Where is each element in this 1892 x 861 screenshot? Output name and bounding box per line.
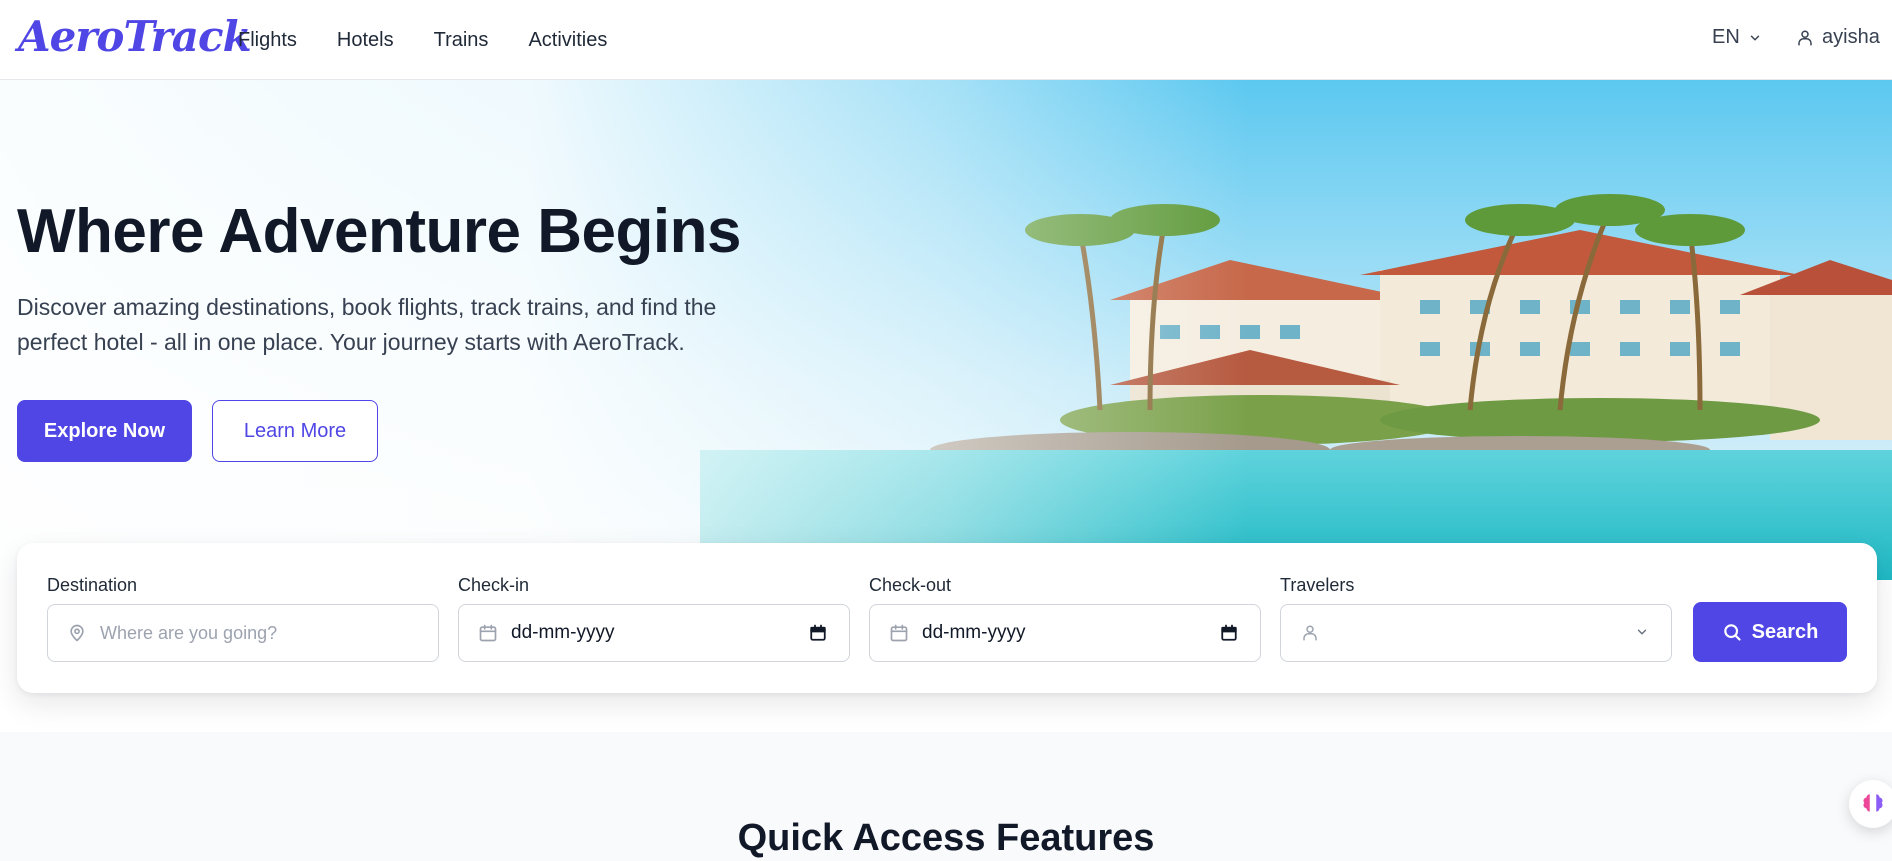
checkout-value: dd-mm-yyyy xyxy=(922,622,1026,643)
calendar-icon xyxy=(888,622,910,644)
language-label: EN xyxy=(1712,26,1740,48)
top-navbar: AeroTrack Flights Hotels Trains Activiti… xyxy=(0,0,1892,80)
nav-link-trains[interactable]: Trains xyxy=(434,29,489,52)
travelers-label: Travelers xyxy=(1280,575,1355,595)
travelers-field: Travelers xyxy=(1280,575,1672,662)
travelers-select[interactable] xyxy=(1280,604,1672,662)
search-icon xyxy=(1723,624,1741,641)
logo[interactable]: AeroTrack xyxy=(18,12,252,61)
search-button-label: Search xyxy=(1751,620,1819,643)
calendar-picker-icon[interactable] xyxy=(809,623,827,648)
destination-input-box[interactable] xyxy=(47,604,439,662)
features-section: Quick Access Features xyxy=(0,732,1892,861)
destination-input[interactable] xyxy=(100,622,380,644)
search-button[interactable]: Search xyxy=(1693,602,1847,662)
checkout-label: Check-out xyxy=(869,575,952,595)
features-title: Quick Access Features xyxy=(737,817,1155,859)
checkin-field: Check-in dd-mm-yyyy xyxy=(458,575,850,662)
checkout-input[interactable]: dd-mm-yyyy xyxy=(869,604,1261,662)
nav-link-activities[interactable]: Activities xyxy=(528,29,607,52)
username: ayisha xyxy=(1822,26,1880,48)
nav-link-flights[interactable]: Flights xyxy=(238,29,297,52)
brain-icon xyxy=(1863,794,1883,812)
user-icon xyxy=(1299,622,1321,644)
learn-more-button[interactable]: Learn More xyxy=(212,400,378,462)
user-menu[interactable]: ayisha xyxy=(1796,26,1880,49)
destination-label: Destination xyxy=(47,575,138,595)
nav-link-hotels[interactable]: Hotels xyxy=(337,29,394,52)
chevron-down-icon xyxy=(1635,625,1649,644)
hero-title: Where Adventure Begins xyxy=(17,197,741,266)
destination-field: Destination xyxy=(47,575,439,662)
user-icon xyxy=(1798,30,1812,45)
language-selector[interactable]: EN xyxy=(1712,26,1762,49)
chevron-down-icon xyxy=(1750,35,1760,40)
hero-subtitle: Discover amazing destinations, book flig… xyxy=(17,294,717,355)
hero-section: Where Adventure Begins Discover amazing … xyxy=(0,80,1892,580)
checkin-label: Check-in xyxy=(458,575,530,595)
map-pin-icon xyxy=(66,622,88,644)
ai-assistant-button[interactable] xyxy=(1849,780,1892,828)
checkout-field: Check-out dd-mm-yyyy xyxy=(869,575,1261,662)
checkin-value: dd-mm-yyyy xyxy=(511,622,615,643)
explore-now-button[interactable]: Explore Now xyxy=(17,400,192,462)
calendar-picker-icon[interactable] xyxy=(1220,623,1238,648)
main-nav: Flights Hotels Trains Activities xyxy=(238,0,607,80)
search-panel: Destination Check-in dd-mm-yyyy Check-ou… xyxy=(17,543,1877,693)
checkin-input[interactable]: dd-mm-yyyy xyxy=(458,604,850,662)
calendar-icon xyxy=(477,622,499,644)
